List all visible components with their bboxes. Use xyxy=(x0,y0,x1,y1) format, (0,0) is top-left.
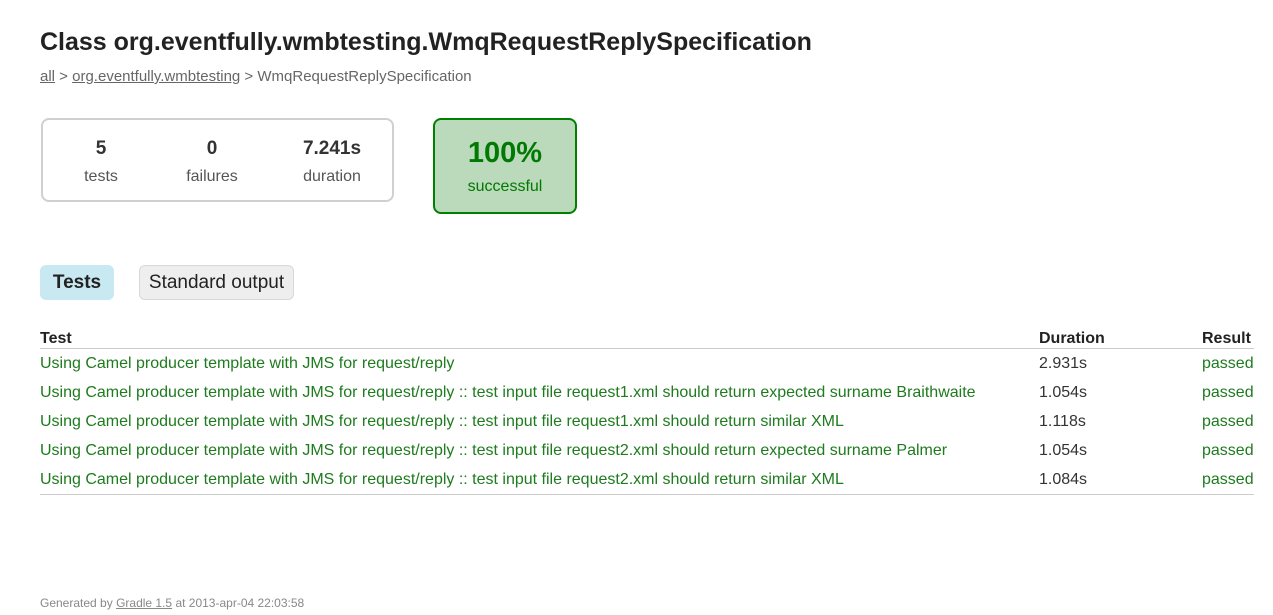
test-name: Using Camel producer template with JMS f… xyxy=(40,465,1039,495)
breadcrumb: all > org.eventfully.wmbtesting > WmqReq… xyxy=(40,68,472,85)
success-rate-box: 100% successful xyxy=(433,118,577,214)
breadcrumb-link-package[interactable]: org.eventfully.wmbtesting xyxy=(72,68,240,85)
test-duration: 2.931s xyxy=(1039,354,1088,372)
table-header-row: Test Duration Result xyxy=(40,326,1254,349)
footer: Generated by Gradle 1.5 at 2013-apr-04 2… xyxy=(40,596,304,610)
test-name: Using Camel producer template with JMS f… xyxy=(40,354,455,372)
duration-value: 7.241s xyxy=(302,138,362,159)
gradle-link[interactable]: Gradle 1.5 xyxy=(116,596,172,610)
test-duration: 1.054s xyxy=(1039,441,1088,459)
table-row: Using Camel producer template with JMS f… xyxy=(40,407,1254,436)
failures-count: 0 xyxy=(206,138,218,159)
breadcrumb-link-all[interactable]: all xyxy=(40,68,55,85)
breadcrumb-separator: > xyxy=(240,68,258,85)
footer-timestamp: at 2013-apr-04 22:03:58 xyxy=(172,596,305,610)
test-duration: 1.084s xyxy=(1039,465,1202,495)
failures-counter: 0 failures xyxy=(162,138,262,186)
test-result: passed xyxy=(1202,465,1254,495)
table-row: Using Camel producer template with JMS f… xyxy=(40,378,1254,407)
table-row: Using Camel producer template with JMS f… xyxy=(40,465,1254,495)
failures-label: failures xyxy=(186,168,238,185)
test-name: Using Camel producer template with JMS f… xyxy=(40,412,844,430)
test-result: passed xyxy=(1202,412,1254,430)
test-duration: 1.118s xyxy=(1039,412,1086,430)
duration-label: duration xyxy=(303,168,361,185)
test-duration: 1.054s xyxy=(1039,383,1088,401)
tests-counter: 5 tests xyxy=(51,138,151,186)
tests-label: tests xyxy=(84,168,118,185)
footer-prefix: Generated by xyxy=(40,596,117,610)
test-name: Using Camel producer template with JMS f… xyxy=(40,441,948,459)
column-header-test: Test xyxy=(40,326,1039,349)
breadcrumb-separator: > xyxy=(55,68,73,85)
success-rate-label: successful xyxy=(467,178,543,195)
success-rate-value: 100% xyxy=(467,137,543,169)
test-result: passed xyxy=(1202,354,1254,372)
page-title: Class org.eventfully.wmbtesting.WmqReque… xyxy=(40,28,812,56)
column-header-duration: Duration xyxy=(1039,326,1202,349)
tests-count: 5 xyxy=(95,138,107,159)
summary-box: 5 tests 0 failures 7.241s duration xyxy=(41,118,394,202)
breadcrumb-current: WmqRequestReplySpecification xyxy=(257,68,472,85)
test-result: passed xyxy=(1202,441,1254,459)
test-result: passed xyxy=(1202,383,1254,401)
tests-table: Test Duration Result Using Camel produce… xyxy=(40,326,1254,495)
column-header-result: Result xyxy=(1202,326,1254,349)
table-row: Using Camel producer template with JMS f… xyxy=(40,436,1254,465)
duration-counter: 7.241s duration xyxy=(282,138,382,186)
tab-tests[interactable]: Tests xyxy=(40,265,114,300)
test-name: Using Camel producer template with JMS f… xyxy=(40,383,976,401)
tab-standard-output[interactable]: Standard output xyxy=(139,265,294,300)
table-row: Using Camel producer template with JMS f… xyxy=(40,349,1254,379)
